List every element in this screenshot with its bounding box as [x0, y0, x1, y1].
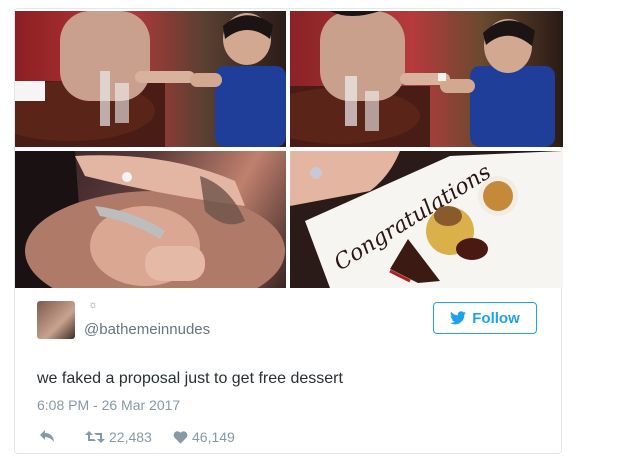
- tweet-card: Congratulations ☼ @bathemeinnudes Follow…: [14, 8, 563, 454]
- reply-button[interactable]: [39, 429, 55, 443]
- twitter-bird-icon: [450, 311, 467, 325]
- tweet-actions: 22,483 46,149: [37, 429, 337, 449]
- tweet-text: we faked a proposal just to get free des…: [37, 370, 343, 387]
- proposal-photo-2[interactable]: [290, 11, 563, 147]
- dessert-plate-photo[interactable]: Congratulations: [290, 151, 563, 288]
- photo-grid: Congratulations: [15, 11, 563, 288]
- ring-hand-photo[interactable]: [15, 151, 286, 288]
- follow-button[interactable]: Follow: [433, 302, 537, 334]
- retweet-icon: [85, 430, 105, 444]
- proposal-photo-1[interactable]: [15, 11, 286, 147]
- like-count: 46,149: [192, 429, 235, 445]
- reply-icon: [39, 429, 55, 443]
- sparkle-icon: ☼: [88, 299, 99, 311]
- follow-label: Follow: [472, 309, 520, 327]
- heart-icon: [173, 430, 188, 444]
- avatar[interactable]: [37, 301, 75, 339]
- tweet-timestamp[interactable]: 6:08 PM - 26 Mar 2017: [37, 397, 180, 413]
- like-button[interactable]: 46,149: [173, 429, 235, 445]
- retweet-button[interactable]: 22,483: [85, 429, 152, 445]
- user-handle[interactable]: @bathemeinnudes: [84, 321, 210, 338]
- retweet-count: 22,483: [109, 429, 152, 445]
